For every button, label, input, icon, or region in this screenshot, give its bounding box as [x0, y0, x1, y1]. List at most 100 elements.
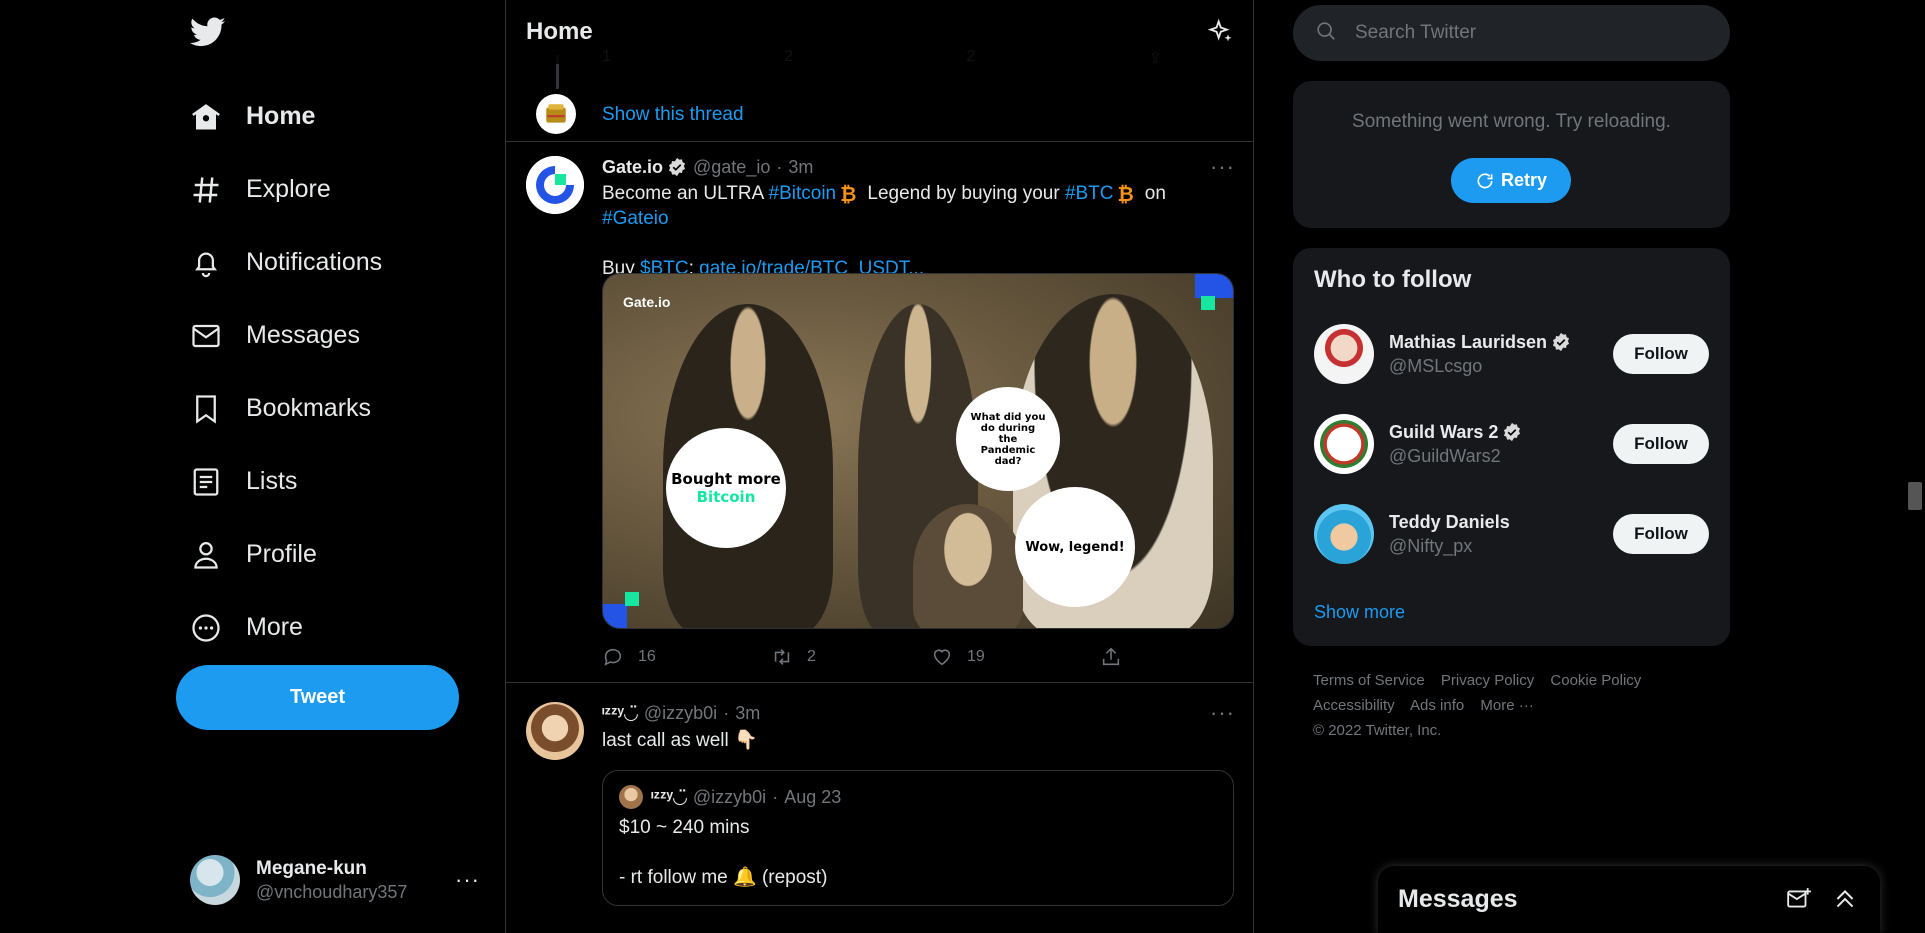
verified-badge-icon	[1502, 422, 1522, 442]
text-span: Become an ULTRA	[602, 183, 769, 204]
text-span: on	[1139, 183, 1166, 204]
reply-icon	[604, 648, 622, 666]
home-icon	[190, 101, 222, 133]
footer-more-link[interactable]: More ···	[1480, 697, 1533, 714]
show-thread-row[interactable]: Show this thread	[506, 90, 1253, 142]
suggestion-info: Teddy Daniels @Nifty_px	[1389, 512, 1613, 557]
retweet-icon	[774, 649, 790, 665]
author-handle[interactable]: @izzyb0i	[644, 701, 717, 725]
primary-nav: Home Explore Notifications Messages Book…	[176, 80, 382, 664]
twitter-logo-icon[interactable]	[189, 14, 230, 54]
sparkle-icon[interactable]	[1207, 18, 1235, 46]
like-button[interactable]: 19	[931, 646, 985, 668]
like-count: 19	[967, 648, 985, 665]
show-thread-link[interactable]: Show this thread	[602, 104, 744, 126]
retweet-button[interactable]: 2	[771, 646, 816, 668]
page-scrollbar-track[interactable]	[1905, 0, 1925, 933]
suggestion-name: Mathias Lauridsen	[1389, 332, 1613, 353]
follow-suggestion[interactable]: Teddy Daniels @Nifty_px Follow	[1314, 504, 1709, 564]
dot-separator: ·	[772, 786, 779, 807]
footer-ads-link[interactable]: Ads info	[1410, 697, 1464, 714]
author-name[interactable]: Gate.io	[602, 155, 663, 179]
tweet-actions: 16 2 19	[602, 646, 1122, 668]
nav-label: Profile	[246, 540, 317, 568]
left-sidebar: Home Explore Notifications Messages Book…	[176, 0, 506, 933]
footer-terms-link[interactable]: Terms of Service	[1313, 672, 1425, 689]
error-card: Something went wrong. Try reloading. Ret…	[1293, 81, 1730, 228]
hashtag-link[interactable]: #Bitcoin	[769, 183, 837, 204]
more-dots-icon[interactable]: ···	[1210, 701, 1235, 725]
follow-suggestion[interactable]: Mathias Lauridsen @MSLcsgo Follow	[1314, 324, 1709, 384]
refresh-icon	[1475, 171, 1495, 191]
speech-bubble: What did you do during the Pandemic dad?	[956, 387, 1060, 491]
account-name: Megane-kun	[256, 857, 367, 879]
person-icon	[190, 539, 222, 571]
quote-author-handle: @izzyb0i	[692, 786, 767, 807]
hashtag-link[interactable]: #BTC	[1065, 183, 1114, 204]
nav-item-profile[interactable]: Profile	[176, 518, 382, 591]
hashtag-icon	[190, 174, 222, 206]
retry-button[interactable]: Retry	[1451, 158, 1571, 203]
follow-button[interactable]: Follow	[1613, 514, 1709, 554]
footer-accessibility-link[interactable]: Accessibility	[1313, 697, 1395, 714]
page-scrollbar-thumb[interactable]	[1908, 482, 1922, 510]
search-box[interactable]	[1293, 5, 1730, 61]
footer-privacy-link[interactable]: Privacy Policy	[1441, 672, 1534, 689]
show-more-link[interactable]: Show more	[1314, 602, 1405, 623]
suggestion-name-text: Mathias Lauridsen	[1389, 331, 1548, 352]
page-title: Home	[526, 18, 593, 45]
tweet[interactable]: ᶦᶻᶻʸ◡̈ @izzyb0i · 3m ··· last call as we…	[506, 685, 1253, 933]
tweet-time[interactable]: 3m	[788, 155, 813, 179]
heart-icon	[933, 649, 951, 666]
search-input[interactable]	[1355, 22, 1675, 44]
quote-header: ᶦᶻᶻʸ◡̈ @izzyb0i · Aug 23	[619, 785, 1217, 809]
figure-child	[913, 504, 1023, 628]
quote-text-line2: - rt follow me 🔔 (repost)	[619, 867, 828, 888]
timeline: Home 1 2 2 ⇪ Show this thread Ga	[505, 0, 1254, 933]
copyright: © 2022 Twitter, Inc.	[1313, 722, 1442, 739]
nav-item-notifications[interactable]: Notifications	[176, 226, 382, 299]
twitter-app: Home Explore Notifications Messages Book…	[0, 0, 1925, 933]
author-name[interactable]: ᶦᶻᶻʸ◡̈	[602, 701, 638, 725]
hashtag-link[interactable]: #Gateio	[602, 208, 669, 229]
reply-button[interactable]: 16	[602, 646, 656, 668]
chevron-up-icon[interactable]	[1832, 886, 1860, 914]
corner-decoration	[603, 604, 627, 628]
author-handle[interactable]: @gate_io	[693, 155, 770, 179]
follow-suggestion[interactable]: Guild Wars 2 @GuildWars2 Follow	[1314, 414, 1709, 474]
nav-item-explore[interactable]: Explore	[176, 153, 382, 226]
avatar[interactable]	[526, 702, 584, 760]
who-to-follow-card: Who to follow Mathias Lauridsen @MSLcsgo…	[1293, 248, 1730, 646]
share-icon	[1102, 647, 1120, 666]
account-switcher[interactable]: Megane-kun @vnchoudhary357 ···	[190, 852, 480, 908]
nav-label: Home	[246, 102, 316, 130]
corner-decoration	[1195, 274, 1233, 298]
suggestion-info: Mathias Lauridsen @MSLcsgo	[1389, 332, 1613, 377]
tweet-text: Become an ULTRA #Bitcoin ₿ Legend by buyi…	[602, 181, 1235, 231]
who-to-follow-title: Who to follow	[1314, 266, 1472, 293]
nav-item-bookmarks[interactable]: Bookmarks	[176, 372, 382, 445]
avatar[interactable]	[526, 156, 584, 214]
suggestion-handle: @Nifty_px	[1389, 535, 1473, 556]
new-message-icon[interactable]	[1786, 886, 1814, 914]
tweet-media-image[interactable]: Gate.io Bought more Bitcoin What did you…	[602, 273, 1234, 629]
tweet[interactable]: Gate.io @gate_io · 3m ··· Become an ULTR…	[506, 143, 1253, 683]
share-button[interactable]	[1100, 646, 1122, 668]
nav-item-more[interactable]: More	[176, 591, 382, 664]
nav-item-home[interactable]: Home	[176, 80, 382, 153]
account-handle: @vnchoudhary357	[256, 881, 408, 902]
follow-button[interactable]: Follow	[1613, 424, 1709, 464]
nav-item-lists[interactable]: Lists	[176, 445, 382, 518]
tweet-time[interactable]: 3m	[735, 701, 760, 725]
messages-drawer[interactable]: Messages	[1378, 866, 1880, 933]
suggestion-handle: @MSLcsgo	[1389, 355, 1483, 376]
messages-drawer-title: Messages	[1398, 885, 1518, 913]
footer-cookie-link[interactable]: Cookie Policy	[1550, 672, 1641, 689]
more-dots-icon[interactable]: ···	[1210, 155, 1235, 179]
nav-item-messages[interactable]: Messages	[176, 299, 382, 372]
quote-text-line1: $10 ~ 240 mins	[619, 817, 750, 838]
tweet-button[interactable]: Tweet	[176, 665, 459, 730]
quoted-tweet[interactable]: ᶦᶻᶻʸ◡̈ @izzyb0i · Aug 23 $10 ~ 240 mins …	[602, 770, 1234, 906]
more-dots-icon[interactable]: ···	[455, 867, 480, 893]
follow-button[interactable]: Follow	[1613, 334, 1709, 374]
